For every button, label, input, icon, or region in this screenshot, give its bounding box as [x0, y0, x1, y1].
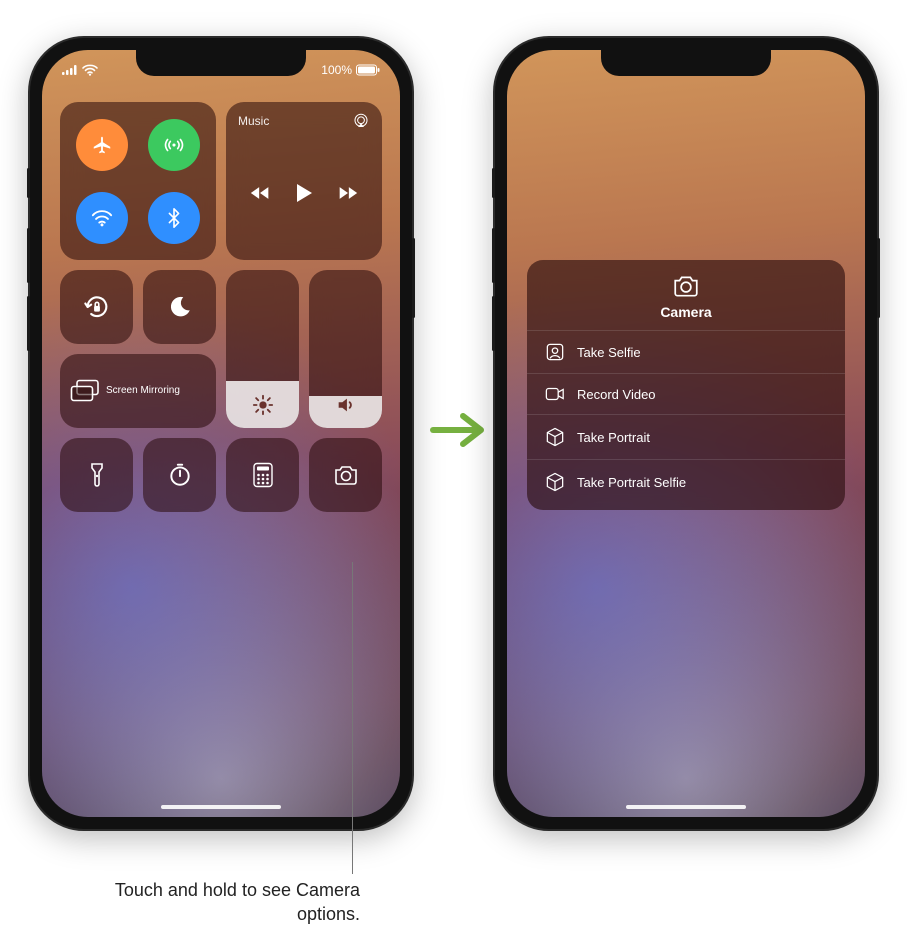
mute-switch — [492, 168, 495, 198]
airplane-mode-toggle[interactable] — [76, 119, 128, 171]
camera-button[interactable] — [309, 438, 382, 512]
callout-leader-line — [352, 562, 353, 874]
callout-text: Touch and hold to see Camera options. — [80, 878, 360, 927]
previous-track-button[interactable] — [250, 185, 270, 201]
phone-device-left: 100% — [28, 36, 414, 831]
camera-options-list: Take Selfie Record Video Take Portrait — [527, 330, 845, 504]
flashlight-button[interactable] — [60, 438, 133, 512]
control-center-grid: Music — [60, 102, 382, 512]
volume-up-button — [27, 228, 30, 283]
timer-button[interactable] — [143, 438, 216, 512]
side-button — [877, 238, 880, 318]
home-indicator[interactable] — [161, 805, 281, 809]
brightness-icon — [226, 394, 299, 416]
camera-option-take-portrait-selfie[interactable]: Take Portrait Selfie — [527, 459, 845, 504]
now-playing-card[interactable]: Music — [226, 102, 382, 260]
calculator-button[interactable] — [226, 438, 299, 512]
camera-icon — [672, 274, 700, 298]
play-button[interactable] — [295, 183, 313, 203]
camera-card-title: Camera — [660, 304, 711, 320]
camera-option-label: Take Portrait Selfie — [577, 475, 686, 490]
bluetooth-toggle[interactable] — [148, 192, 200, 244]
video-icon — [545, 386, 565, 402]
home-indicator[interactable] — [626, 805, 746, 809]
screen-mirroring-icon — [70, 379, 100, 403]
cellular-data-toggle[interactable] — [148, 119, 200, 171]
battery-percent: 100% — [321, 63, 352, 77]
arrow-icon — [429, 410, 487, 450]
camera-option-label: Take Portrait — [577, 430, 650, 445]
battery-icon — [356, 64, 380, 76]
screen-mirroring-label: Screen Mirroring — [106, 385, 180, 397]
camera-option-take-portrait[interactable]: Take Portrait — [527, 414, 845, 459]
selfie-icon — [545, 343, 565, 361]
screen-camera-options: Camera Take Selfie Record Video — [507, 50, 865, 817]
orientation-lock-toggle[interactable] — [60, 270, 133, 344]
camera-options-card: Camera Take Selfie Record Video — [527, 260, 845, 510]
brightness-slider[interactable] — [226, 270, 299, 428]
side-button — [412, 238, 415, 318]
status-bar: 100% — [42, 60, 400, 80]
cellular-signal-icon — [62, 65, 78, 75]
volume-slider[interactable] — [309, 270, 382, 428]
cube-icon — [545, 472, 565, 492]
screen-mirroring-button[interactable]: Screen Mirroring — [60, 354, 216, 428]
camera-option-label: Record Video — [577, 387, 656, 402]
camera-option-label: Take Selfie — [577, 345, 641, 360]
volume-down-button — [27, 296, 30, 351]
volume-up-button — [492, 228, 495, 283]
next-track-button[interactable] — [338, 185, 358, 201]
cube-icon — [545, 427, 565, 447]
camera-option-take-selfie[interactable]: Take Selfie — [527, 330, 845, 373]
phone-device-right: Camera Take Selfie Record Video — [493, 36, 879, 831]
connectivity-card[interactable] — [60, 102, 216, 260]
wifi-icon — [82, 64, 98, 76]
volume-down-button — [492, 296, 495, 351]
notch — [601, 50, 771, 76]
music-source-label: Music — [238, 114, 269, 128]
wifi-toggle[interactable] — [76, 192, 128, 244]
camera-option-record-video[interactable]: Record Video — [527, 373, 845, 414]
screen-control-center: 100% — [42, 50, 400, 817]
connectivity-grid — [70, 112, 206, 250]
mute-switch — [27, 168, 30, 198]
do-not-disturb-toggle[interactable] — [143, 270, 216, 344]
airplay-icon[interactable] — [352, 112, 370, 130]
volume-icon — [309, 394, 382, 416]
